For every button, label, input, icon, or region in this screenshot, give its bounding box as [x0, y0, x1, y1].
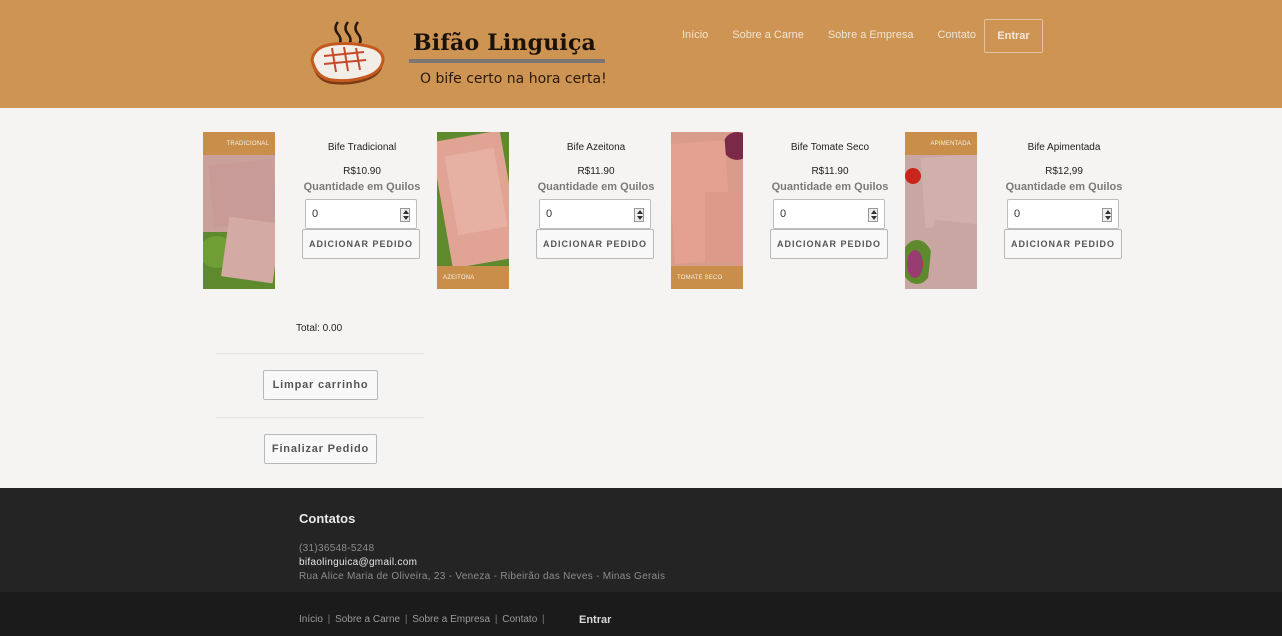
- product-card-apimentada: APIMENTADA Bife Apimentada R$12,99 Quant…: [905, 132, 1139, 290]
- clear-cart-button[interactable]: Limpar carrinho: [263, 370, 378, 400]
- footer-link-sobre-empresa[interactable]: Sobre a Empresa: [412, 614, 490, 625]
- quantity-value: 0: [780, 208, 787, 220]
- product-band-label: TRADICIONAL: [203, 132, 275, 155]
- product-band-label: APIMENTADA: [905, 132, 977, 155]
- nav-sobre-carne[interactable]: Sobre a Carne: [732, 29, 804, 41]
- product-price: R$10.90: [343, 166, 381, 177]
- cart-divider: [216, 417, 424, 418]
- footer-bottom-bar: Início | Sobre a Carne | Sobre a Empresa…: [0, 592, 1282, 636]
- brand-underline: [409, 59, 605, 63]
- footer-link-sobre-carne[interactable]: Sobre a Carne: [335, 614, 400, 625]
- product-image: TRADICIONAL: [203, 132, 275, 289]
- product-card-tradicional: TRADICIONAL Bife Tradicional R$10.90 Qua…: [203, 132, 437, 290]
- spinner-arrows-icon[interactable]: [400, 208, 410, 222]
- add-order-button[interactable]: ADICIONAR PEDIDO: [770, 229, 888, 259]
- quantity-value: 0: [312, 208, 319, 220]
- quantity-label: Quantidade em Quilos: [1005, 181, 1123, 193]
- product-name: Bife Tradicional: [327, 142, 397, 153]
- nav-inicio[interactable]: Início: [682, 29, 708, 41]
- meat-photo-icon: [203, 132, 275, 289]
- footer-email[interactable]: bifaolinguica@gmail.com: [299, 557, 417, 568]
- product-image: AZEITONA: [437, 132, 509, 289]
- nav-sobre-empresa[interactable]: Sobre a Empresa: [828, 29, 914, 41]
- quantity-input[interactable]: 0: [1007, 199, 1119, 229]
- product-name: Bife Apimentada: [1027, 142, 1101, 153]
- brand-title: Bifão Linguiça: [413, 30, 597, 56]
- site-footer: Contatos (31)36548-5248 bifaolinguica@gm…: [0, 488, 1282, 592]
- product-image: TOMATE SECO: [671, 132, 743, 289]
- meat-photo-icon: [905, 132, 977, 289]
- product-band-label: TOMATE SECO: [671, 266, 743, 289]
- quantity-label: Quantidade em Quilos: [537, 181, 655, 193]
- cart-divider: [216, 353, 424, 354]
- product-name: Bife Tomate Seco: [790, 142, 870, 153]
- footer-login-link[interactable]: Entrar: [579, 614, 611, 626]
- add-order-button[interactable]: ADICIONAR PEDIDO: [302, 229, 420, 259]
- add-order-button[interactable]: ADICIONAR PEDIDO: [1004, 229, 1122, 259]
- product-card-tomate-seco: TOMATE SECO Bife Tomate Seco R$11.90 Qua…: [671, 132, 905, 290]
- site-header: Bifão Linguiça O bife certo na hora cert…: [0, 0, 1282, 108]
- footer-link-contato[interactable]: Contato: [502, 614, 537, 625]
- quantity-input[interactable]: 0: [539, 199, 651, 229]
- quantity-input[interactable]: 0: [773, 199, 885, 229]
- brand-tagline: O bife certo na hora certa!: [420, 71, 607, 87]
- checkout-button[interactable]: Finalizar Pedido: [264, 434, 377, 464]
- spinner-arrows-icon[interactable]: [868, 208, 878, 222]
- product-price: R$11.90: [577, 166, 615, 177]
- quantity-label: Quantidade em Quilos: [771, 181, 889, 193]
- nav-contato[interactable]: Contato: [937, 29, 976, 41]
- add-order-button[interactable]: ADICIONAR PEDIDO: [536, 229, 654, 259]
- product-name: Bife Azeitona: [566, 142, 626, 153]
- footer-link-inicio[interactable]: Início: [299, 614, 323, 625]
- product-card-azeitona: AZEITONA Bife Azeitona R$11.90 Quantidad…: [437, 132, 671, 290]
- product-band-label: AZEITONA: [437, 266, 509, 289]
- footer-heading: Contatos: [299, 511, 356, 526]
- quantity-input[interactable]: 0: [305, 199, 417, 229]
- spinner-arrows-icon[interactable]: [1102, 208, 1112, 222]
- product-image: APIMENTADA: [905, 132, 977, 289]
- cart-total: Total: 0.00: [296, 323, 343, 334]
- product-price: R$12,99: [1045, 166, 1083, 177]
- quantity-label: Quantidade em Quilos: [303, 181, 421, 193]
- spinner-arrows-icon[interactable]: [634, 208, 644, 222]
- main-nav: Início Sobre a Carne Sobre a Empresa Con…: [682, 29, 1000, 41]
- footer-address: Rua Alice Maria de Oliveira, 23 - Veneza…: [299, 571, 666, 582]
- login-button[interactable]: Entrar: [984, 19, 1043, 53]
- footer-phone: (31)36548-5248: [299, 543, 375, 554]
- footer-links: Início | Sobre a Carne | Sobre a Empresa…: [299, 614, 545, 625]
- quantity-value: 0: [546, 208, 553, 220]
- product-price: R$11.90: [811, 166, 849, 177]
- quantity-value: 0: [1014, 208, 1021, 220]
- steak-logo-icon: [310, 21, 385, 85]
